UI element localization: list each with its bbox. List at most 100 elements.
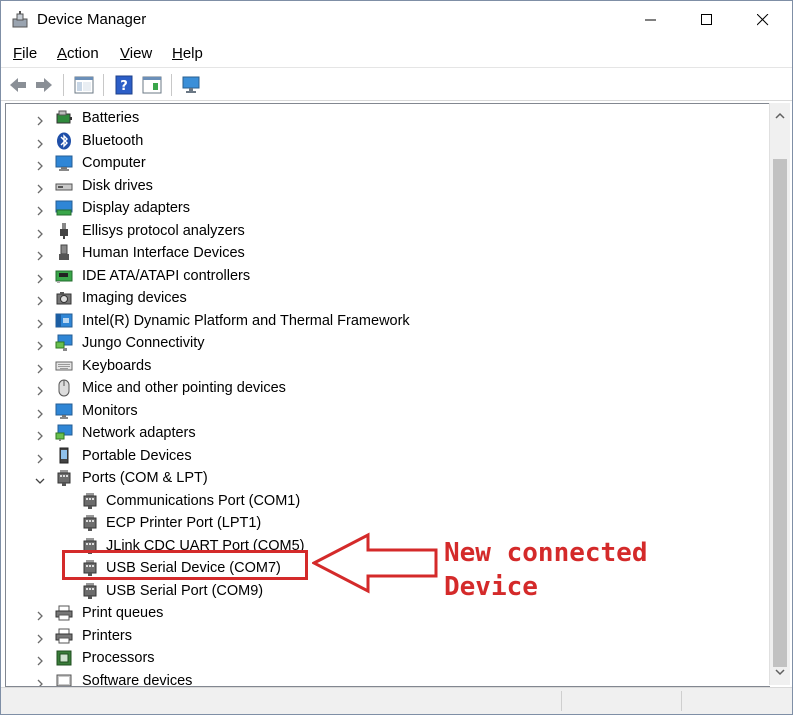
portable-device-icon <box>55 447 73 465</box>
software-device-icon <box>55 672 73 686</box>
chevron-right-icon[interactable] <box>35 271 45 283</box>
close-button[interactable] <box>735 1 791 39</box>
tree-item-label: Bluetooth <box>82 132 144 149</box>
chevron-right-icon[interactable] <box>35 203 45 216</box>
annotation-label: New connected Device <box>444 536 648 604</box>
highlight-box <box>62 550 308 580</box>
disk-drive-icon <box>55 177 73 195</box>
annotation-arrow <box>312 532 438 594</box>
chevron-right-icon[interactable] <box>35 406 45 418</box>
scroll-up-icon[interactable] <box>770 107 790 125</box>
tree-item-label: Software devices <box>82 672 193 687</box>
tree-item[interactable]: Print queues <box>6 602 766 624</box>
maximize-button[interactable] <box>679 1 735 39</box>
close-icon <box>757 14 769 26</box>
device-manager-window: Device Manager File Action View Help ? B… <box>0 0 793 715</box>
chevron-right-icon[interactable] <box>35 316 45 328</box>
tree-item[interactable]: Jungo Connectivity <box>6 332 766 354</box>
tree-item[interactable]: Intel(R) Dynamic Platform and Thermal Fr… <box>6 310 766 332</box>
usb-plug-icon <box>55 222 73 240</box>
tree-item[interactable]: Batteries <box>6 107 766 129</box>
chevron-right-icon[interactable] <box>35 136 45 148</box>
back-arrow-icon[interactable] <box>7 74 29 96</box>
tree-item-label: Disk drives <box>82 177 153 194</box>
hid-icon <box>55 244 73 262</box>
chevron-right-icon[interactable] <box>35 676 45 686</box>
tree-item[interactable]: Processors <box>6 647 766 669</box>
vertical-scrollbar[interactable] <box>769 103 790 685</box>
tree-item-label: Mice and other pointing devices <box>82 380 286 396</box>
tree-item[interactable]: Display adapters <box>6 197 766 219</box>
minimize-button[interactable] <box>623 1 679 39</box>
tree-item[interactable]: Monitors <box>6 400 766 422</box>
chevron-right-icon[interactable] <box>35 113 45 126</box>
help-icon[interactable]: ? <box>113 74 135 96</box>
tree-item-label: Ports (COM & LPT) <box>82 470 208 486</box>
tree-item-label: Portable Devices <box>82 447 192 464</box>
menu-bar: File Action View Help <box>1 41 792 65</box>
menu-action[interactable]: Action <box>57 45 99 62</box>
title-bar[interactable]: Device Manager <box>1 1 792 39</box>
tree-item[interactable]: Portable Devices <box>6 445 766 467</box>
device-tree[interactable]: Batteries Bluetooth Computer Disk drives Dis… <box>5 103 770 687</box>
toolbar: ? <box>1 67 792 101</box>
scroll-down-icon[interactable] <box>770 663 790 681</box>
chevron-right-icon[interactable] <box>35 653 45 666</box>
tree-item[interactable]: Keyboards <box>6 355 766 377</box>
tree-item[interactable]: Software devices <box>6 670 766 687</box>
scrollbar-thumb[interactable] <box>773 159 787 667</box>
toolbar-separator <box>63 74 64 96</box>
chevron-right-icon[interactable] <box>35 383 45 396</box>
tree-item[interactable]: Human Interface Devices <box>6 242 766 264</box>
tree-item-label: Imaging devices <box>82 290 187 306</box>
tree-item-label: Ellisys protocol analyzers <box>82 222 245 239</box>
tree-item[interactable]: Imaging devices <box>6 287 766 309</box>
tree-item[interactable]: Printers <box>6 625 766 647</box>
tree-item-label: Batteries <box>82 110 140 126</box>
toolbar-separator <box>103 74 104 96</box>
chevron-right-icon[interactable] <box>35 158 45 171</box>
chevron-right-icon[interactable] <box>35 248 45 261</box>
device-manager-icon <box>12 11 28 28</box>
minimize-icon <box>645 19 656 21</box>
chevron-right-icon[interactable] <box>35 293 45 306</box>
tree-item-label: Processors <box>82 650 155 666</box>
window-title: Device Manager <box>37 11 147 28</box>
forward-arrow-icon[interactable] <box>33 74 55 96</box>
tree-item[interactable]: IDE ATA/ATAPI controllers <box>6 265 766 287</box>
menu-help[interactable]: Help <box>172 45 203 62</box>
chevron-right-icon[interactable] <box>35 226 45 238</box>
maximize-icon <box>701 14 712 25</box>
chevron-right-icon[interactable] <box>35 631 45 643</box>
menu-view[interactable]: View <box>120 45 152 62</box>
tree-item[interactable]: ECP Printer Port (LPT1) <box>6 512 766 534</box>
tree-item[interactable]: Network adapters <box>6 422 766 444</box>
status-cell <box>681 691 682 711</box>
chevron-right-icon[interactable] <box>35 338 45 351</box>
monitor-icon <box>55 402 73 420</box>
scan-hardware-icon[interactable] <box>181 74 203 96</box>
tree-item[interactable]: Disk drives <box>6 175 766 197</box>
tree-item[interactable]: Ports (COM & LPT) <box>6 467 766 489</box>
chevron-right-icon[interactable] <box>35 428 45 441</box>
computer-icon <box>55 154 73 172</box>
battery-icon <box>55 109 73 127</box>
annotation-line-1: New connected <box>444 538 648 568</box>
chevron-right-icon[interactable] <box>35 451 45 463</box>
tree-item[interactable]: Bluetooth <box>6 130 766 152</box>
menu-file[interactable]: File <box>13 45 37 62</box>
chevron-down-icon[interactable] <box>35 473 45 484</box>
chevron-right-icon[interactable] <box>35 608 45 621</box>
tree-item[interactable]: Ellisys protocol analyzers <box>6 220 766 242</box>
show-hide-tree-icon[interactable] <box>73 74 95 96</box>
chevron-right-icon[interactable] <box>35 361 45 373</box>
tree-item[interactable]: Communications Port (COM1) <box>6 490 766 512</box>
tree-item[interactable]: Computer <box>6 152 766 174</box>
properties-icon[interactable] <box>141 74 163 96</box>
tree-item-label: Intel(R) Dynamic Platform and Thermal Fr… <box>82 312 410 329</box>
port-icon <box>81 514 99 532</box>
tree-item-label: ECP Printer Port (LPT1) <box>106 515 262 531</box>
port-icon <box>81 582 99 600</box>
chevron-right-icon[interactable] <box>35 181 45 193</box>
tree-item[interactable]: Mice and other pointing devices <box>6 377 766 399</box>
